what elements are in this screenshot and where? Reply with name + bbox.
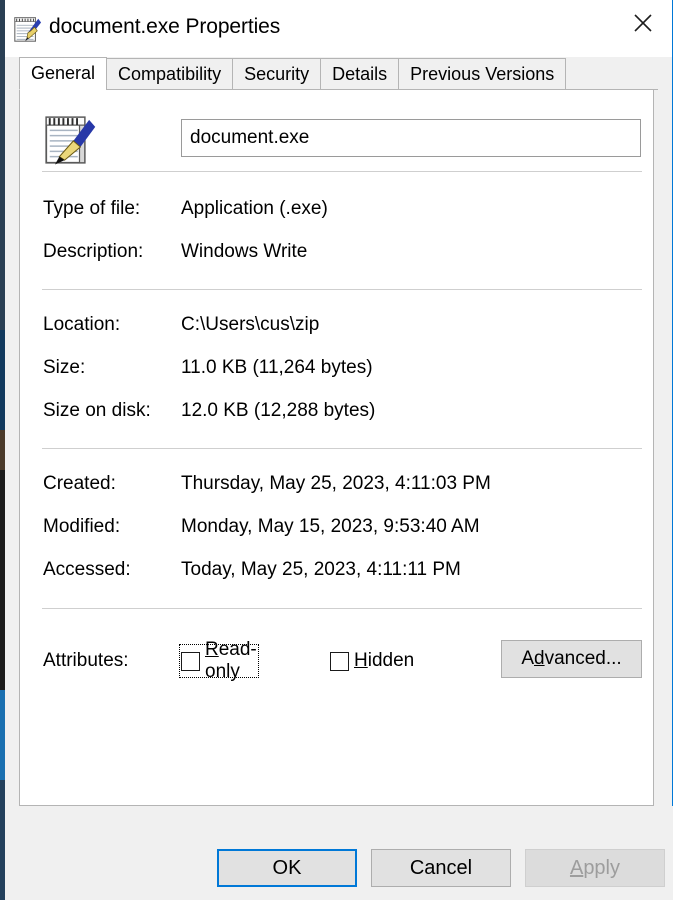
advanced-label-pre: A: [521, 648, 534, 669]
readonly-checkbox-label: Read-only: [205, 639, 257, 683]
tab-security-label: Security: [244, 63, 310, 84]
value-modified: Monday, May 15, 2023, 9:53:40 AM: [181, 516, 480, 537]
label-location: Location:: [43, 314, 121, 335]
readonly-checkbox[interactable]: Read-only: [179, 639, 259, 682]
hidden-label-rest: idden: [367, 650, 415, 671]
apply-button: Apply: [525, 849, 665, 887]
windows-write-document-icon: [12, 14, 42, 44]
value-accessed: Today, May 25, 2023, 4:11:11 PM: [181, 559, 461, 580]
label-accessed: Accessed:: [43, 559, 131, 580]
readonly-accel-key: R: [205, 639, 219, 660]
label-type-of-file: Type of file:: [43, 198, 141, 219]
window-title: document.exe Properties: [49, 15, 281, 38]
label-description: Description:: [43, 241, 144, 262]
general-tab-panel: document.exe Type of file: Application (…: [19, 90, 654, 806]
cancel-button[interactable]: Cancel: [371, 849, 511, 887]
advanced-button[interactable]: Ad vanced...: [501, 640, 642, 678]
value-size: 11.0 KB (11,264 bytes): [181, 357, 373, 378]
tab-details-label: Details: [332, 63, 388, 84]
apply-accel-key: A: [569, 856, 584, 879]
filename-input[interactable]: document.exe: [181, 119, 641, 157]
close-icon[interactable]: [614, 0, 672, 46]
divider-3: [42, 448, 642, 449]
divider-1: [42, 171, 642, 172]
tab-general[interactable]: General: [19, 57, 108, 90]
value-description: Windows Write: [181, 241, 308, 262]
label-attributes: Attributes:: [43, 650, 129, 671]
tab-details[interactable]: Details: [320, 58, 400, 90]
tab-compatibility[interactable]: Compatibility: [106, 58, 234, 90]
tab-general-label: General: [31, 63, 96, 83]
properties-dialog-window: document.exe Properties General Compatib…: [5, 0, 673, 900]
value-created: Thursday, May 25, 2023, 4:11:03 PM: [181, 473, 491, 494]
divider-4: [42, 608, 642, 609]
label-size: Size:: [43, 357, 86, 378]
ok-button[interactable]: OK: [217, 849, 357, 887]
file-header: document.exe: [20, 90, 653, 170]
advanced-label-post: vanced...: [544, 648, 622, 669]
value-type-of-file: Application (.exe): [181, 198, 328, 219]
hidden-checkbox-label: Hidden: [354, 650, 414, 672]
checkbox-box-hidden: [330, 651, 349, 671]
dialog-footer: OK Cancel Apply: [5, 806, 673, 900]
windows-write-document-icon: [41, 112, 97, 168]
label-created: Created:: [43, 473, 116, 494]
tab-previous-versions[interactable]: Previous Versions: [398, 58, 567, 90]
hidden-accel-key: H: [354, 650, 368, 671]
titlebar: document.exe Properties: [5, 0, 672, 57]
divider-2: [42, 289, 642, 290]
filename-value: document.exe: [190, 127, 310, 148]
cancel-button-label: Cancel: [409, 856, 473, 879]
value-location: C:\Users\cus\zip: [181, 314, 320, 335]
ok-button-label: OK: [272, 856, 302, 879]
advanced-accel-key: d: [534, 648, 545, 669]
tab-strip: General Compatibility Security Details P…: [5, 57, 672, 90]
apply-label-post: pply: [583, 856, 621, 879]
label-modified: Modified:: [43, 516, 121, 537]
checkbox-box-readonly: [181, 651, 200, 671]
hidden-checkbox[interactable]: Hidden: [330, 646, 414, 676]
tab-compatibility-label: Compatibility: [118, 63, 222, 84]
tab-previous-versions-label: Previous Versions: [410, 63, 555, 84]
label-size-on-disk: Size on disk:: [43, 400, 151, 421]
tab-security[interactable]: Security: [232, 58, 322, 90]
value-size-on-disk: 12.0 KB (12,288 bytes): [181, 400, 376, 421]
